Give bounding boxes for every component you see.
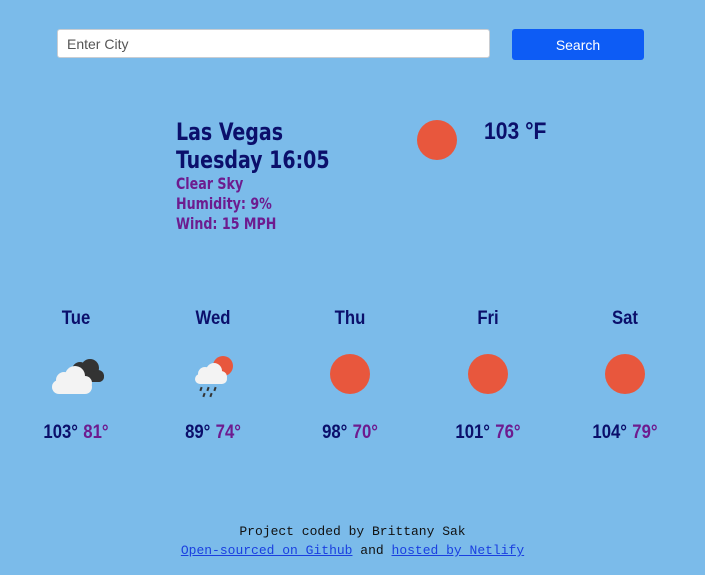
- city-name: Las Vegas: [176, 118, 284, 146]
- wind: Wind: 15 MPH: [176, 214, 277, 233]
- sun-icon: [417, 120, 457, 160]
- forecast-temps: 103° 81°: [23, 422, 129, 444]
- forecast-day-name: Tue: [61, 308, 91, 329]
- forecast-temps: 98° 70°: [297, 422, 403, 444]
- forecast-day-name: Thu: [334, 308, 366, 329]
- sun-icon: [320, 354, 380, 398]
- forecast-day: Wed 89° 74°: [153, 306, 273, 444]
- sun-icon: [595, 354, 655, 398]
- footer-joiner: and: [360, 543, 384, 558]
- forecast-day-name: Wed: [195, 308, 231, 329]
- sun-icon: [458, 354, 518, 398]
- github-link[interactable]: Open-sourced on Github: [181, 543, 353, 558]
- current-datetime: Tuesday 16:05: [176, 146, 330, 174]
- rain-sun-icon: [183, 354, 243, 398]
- forecast-high: 101°: [455, 422, 491, 443]
- current-temperature: 103 °F: [484, 118, 547, 145]
- humidity: Humidity: 9%: [176, 194, 272, 213]
- forecast-low: 74°: [215, 422, 241, 443]
- forecast-low: 79°: [632, 422, 658, 443]
- city-search-input[interactable]: [57, 29, 490, 58]
- search-button[interactable]: Search: [512, 29, 644, 60]
- forecast-day: Fri 101° 76°: [428, 306, 548, 444]
- forecast-temps: 89° 74°: [160, 422, 266, 444]
- forecast-low: 76°: [495, 422, 521, 443]
- forecast-day: Tue 103° 81°: [16, 306, 136, 444]
- cloudy-icon: [46, 354, 106, 398]
- current-weather: Las Vegas Tuesday 16:05 Clear Sky Humidi…: [176, 118, 351, 234]
- forecast-high: 104°: [592, 422, 628, 443]
- forecast-low: 81°: [83, 422, 109, 443]
- forecast-day: Sat 104° 79°: [565, 306, 685, 444]
- forecast-day: Thu 98° 70°: [290, 306, 410, 444]
- forecast-high: 103°: [43, 422, 79, 443]
- forecast-temps: 101° 76°: [435, 422, 541, 444]
- forecast-high: 89°: [185, 422, 211, 443]
- footer-links: Open-sourced on Github and hosted by Net…: [0, 543, 705, 558]
- netlify-link[interactable]: hosted by Netlify: [392, 543, 525, 558]
- forecast-temps: 104° 79°: [572, 422, 678, 444]
- forecast-high: 98°: [322, 422, 348, 443]
- forecast-day-name: Fri: [477, 308, 499, 329]
- footer-credit: Project coded by Brittany Sak: [239, 524, 466, 539]
- weather-description: Clear Sky: [176, 174, 244, 193]
- forecast-low: 70°: [352, 422, 378, 443]
- forecast-day-name: Sat: [611, 308, 639, 329]
